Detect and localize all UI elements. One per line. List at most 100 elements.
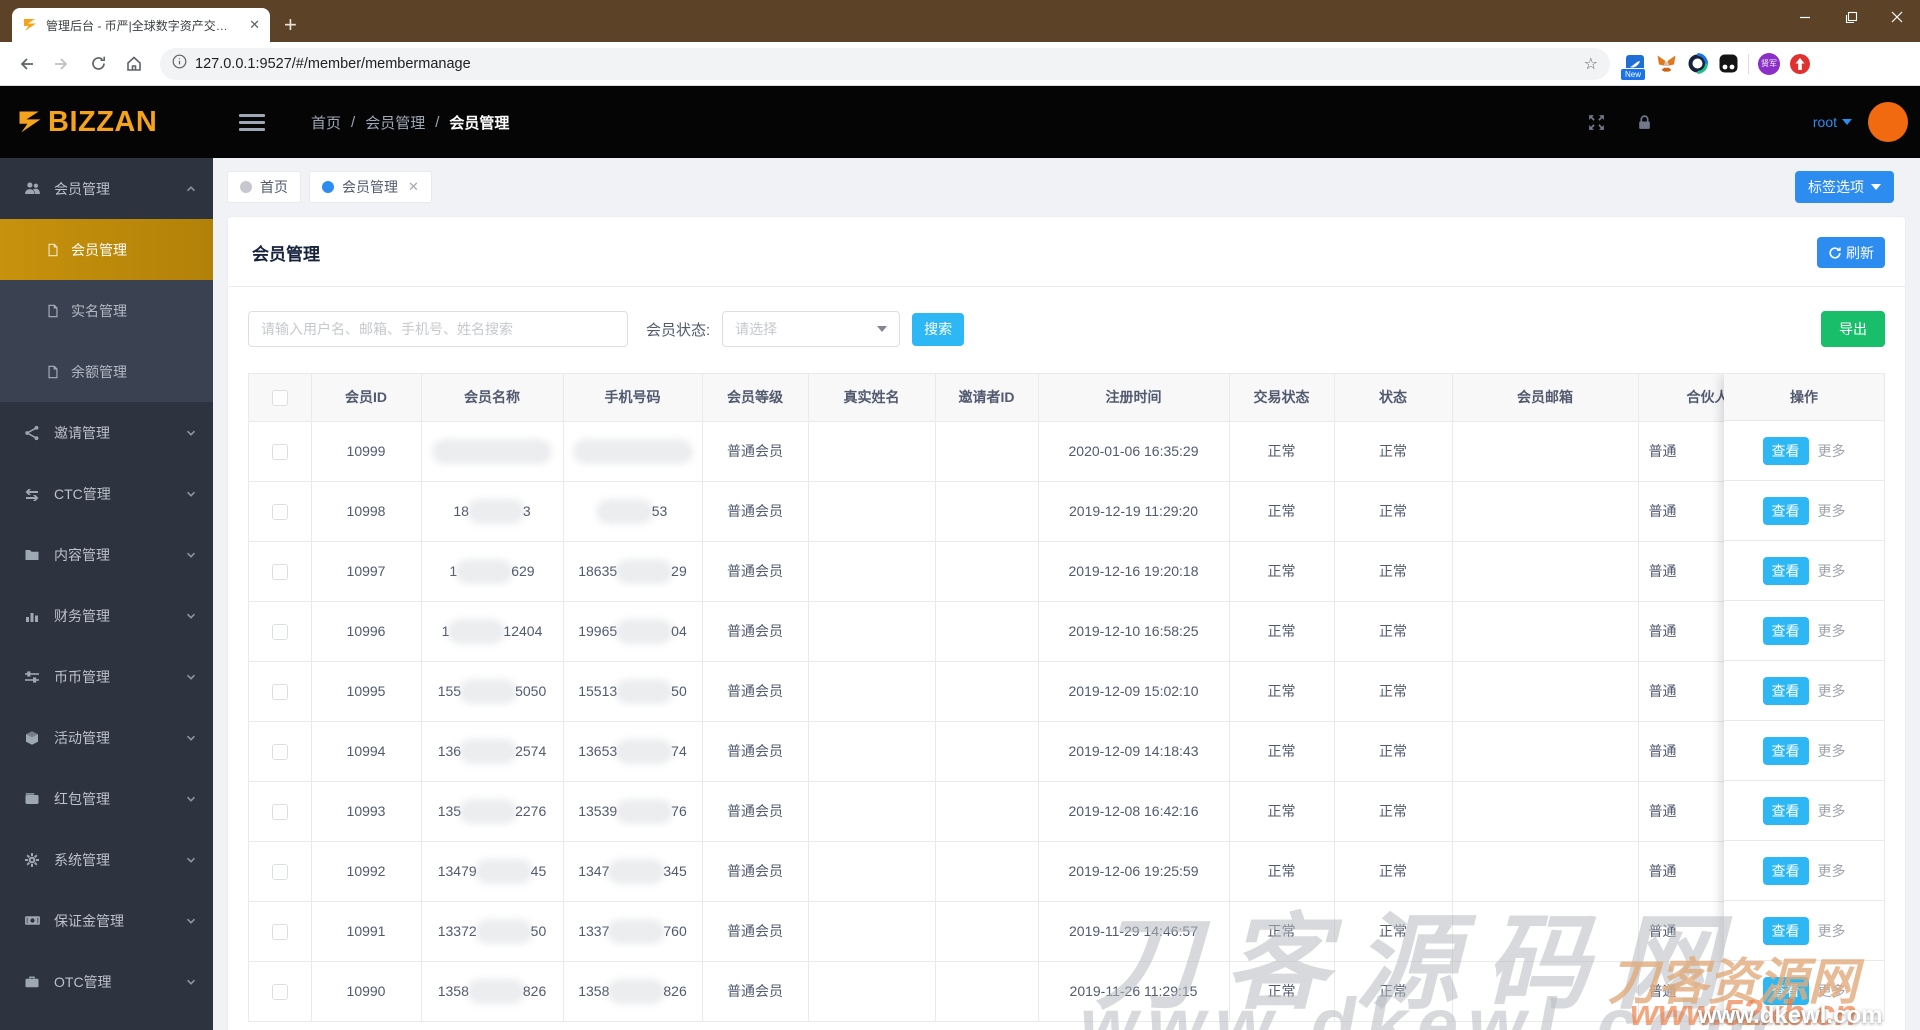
tag-options-button[interactable]: 标签选项 xyxy=(1795,171,1894,203)
page-tab-chip[interactable]: 会员管理 ✕ xyxy=(309,171,432,203)
chevron-down-icon xyxy=(185,488,197,500)
row-checkbox[interactable] xyxy=(271,863,288,880)
metamask-icon[interactable] xyxy=(1655,53,1677,75)
more-link[interactable]: 更多 xyxy=(1818,441,1846,461)
more-link[interactable]: 更多 xyxy=(1818,681,1846,701)
search-button[interactable]: 搜索 xyxy=(912,312,965,346)
column-header: 会员邮箱 xyxy=(1452,374,1639,422)
more-link[interactable]: 更多 xyxy=(1818,861,1846,881)
refresh-button[interactable]: 刷新 xyxy=(1817,237,1885,268)
sidebar-item[interactable]: 红包管理 xyxy=(0,768,213,829)
sidebar-item[interactable]: 保证金管理 xyxy=(0,890,213,951)
row-checkbox[interactable] xyxy=(271,443,288,460)
address-bar[interactable]: 127.0.0.1:9527/#/member/membermanage ☆ xyxy=(160,47,1610,80)
sidebar-subitem[interactable]: 会员管理 xyxy=(0,219,213,280)
sidebar-item[interactable]: 邀请管理 xyxy=(0,402,213,463)
ring-extension-icon[interactable] xyxy=(1686,53,1708,75)
view-button[interactable]: 查看 xyxy=(1762,616,1809,645)
profile-avatar-badge[interactable]: 贤军 xyxy=(1758,52,1780,75)
new-tab-button[interactable]: + xyxy=(284,14,297,36)
row-checkbox[interactable] xyxy=(271,803,288,820)
chevron-down-icon xyxy=(185,915,197,927)
breadcrumb-item[interactable]: 会员管理 xyxy=(365,112,425,133)
update-arrow-icon[interactable] xyxy=(1789,53,1811,75)
select-all-checkbox[interactable] xyxy=(271,389,288,406)
tab-close-icon[interactable]: ✕ xyxy=(249,17,260,33)
row-checkbox[interactable] xyxy=(271,623,288,640)
more-link[interactable]: 更多 xyxy=(1818,501,1846,521)
hamburger-menu-icon[interactable] xyxy=(239,110,265,135)
refresh-icon xyxy=(1828,246,1842,260)
fullscreen-icon[interactable] xyxy=(1587,113,1606,132)
row-checkbox[interactable] xyxy=(271,743,288,760)
sidebar-subitem[interactable]: 实名管理 xyxy=(0,280,213,341)
action-column-header: 操作 xyxy=(1724,374,1884,421)
page-tab-chip[interactable]: 首页 xyxy=(227,171,301,203)
sidebar-subitem[interactable]: 余额管理 xyxy=(0,341,213,402)
sidebar-item[interactable]: 内容管理 xyxy=(0,524,213,585)
censored-blur xyxy=(464,684,513,700)
sidebar-item[interactable]: CTC管理 xyxy=(0,463,213,524)
more-link[interactable]: 更多 xyxy=(1818,801,1846,821)
row-checkbox[interactable] xyxy=(271,923,288,940)
sidebar-item[interactable]: 财务管理 xyxy=(0,585,213,646)
dark-extension-icon[interactable] xyxy=(1717,53,1739,75)
reload-icon[interactable] xyxy=(82,48,114,80)
view-button[interactable]: 查看 xyxy=(1762,976,1809,1005)
lock-icon[interactable] xyxy=(1636,114,1653,131)
browser-tab[interactable]: 管理后台 - 币严|全球数字资产交… ✕ xyxy=(12,8,270,42)
censored-prefix: 155 xyxy=(437,682,462,699)
breadcrumb-item: 会员管理 xyxy=(449,114,510,132)
back-icon[interactable] xyxy=(10,48,42,80)
breadcrumb-item[interactable]: 首页 xyxy=(311,112,341,133)
url-text: 127.0.0.1:9527/#/member/membermanage xyxy=(195,55,471,72)
window-controls xyxy=(1782,0,1920,34)
sidebar-item-label: 活动管理 xyxy=(54,729,110,746)
user-menu[interactable]: root xyxy=(1813,114,1852,130)
more-link[interactable]: 更多 xyxy=(1818,981,1846,1001)
export-button[interactable]: 导出 xyxy=(1821,311,1885,347)
inviter-id-cell xyxy=(935,781,1039,842)
avatar[interactable] xyxy=(1868,102,1908,142)
view-button[interactable]: 查看 xyxy=(1762,916,1809,945)
member-table: 会员ID 会员名称 手机号码 会员等级 真实姓名 邀请者ID 注册时间 交易状态 状态 会员邮箱合… xyxy=(248,373,1885,1022)
view-button[interactable]: 查看 xyxy=(1762,736,1809,765)
row-checkbox[interactable] xyxy=(271,983,288,1000)
sidebar-item[interactable]: OTC管理 xyxy=(0,951,213,1012)
member-name-cell: 18 3 xyxy=(421,481,564,542)
view-button[interactable]: 查看 xyxy=(1762,496,1809,525)
row-checkbox[interactable] xyxy=(271,503,288,520)
window-minimize-button[interactable] xyxy=(1782,0,1828,34)
more-link[interactable]: 更多 xyxy=(1818,561,1846,581)
censored-suffix: 760 xyxy=(663,922,687,939)
table-row: 10997 1 629 18635 29 普通会员 2019-12-16 19:20:18 正… xyxy=(249,541,1884,602)
site-info-icon[interactable] xyxy=(172,54,187,74)
extension-new-icon[interactable]: New xyxy=(1620,53,1647,81)
view-button[interactable]: 查看 xyxy=(1762,856,1809,885)
more-link[interactable]: 更多 xyxy=(1818,621,1846,641)
view-button[interactable]: 查看 xyxy=(1762,676,1809,705)
window-close-button[interactable] xyxy=(1874,0,1920,34)
sidebar-item[interactable]: 会员管理 xyxy=(0,158,213,219)
view-button[interactable]: 查看 xyxy=(1762,436,1809,465)
row-checkbox[interactable] xyxy=(271,563,288,580)
close-icon[interactable]: ✕ xyxy=(408,179,419,195)
view-button[interactable]: 查看 xyxy=(1762,796,1809,825)
trade-status-cell: 正常 xyxy=(1229,781,1335,842)
username: root xyxy=(1812,114,1837,130)
sidebar-item[interactable]: 币币管理 xyxy=(0,646,213,707)
bookmark-star-icon[interactable]: ☆ xyxy=(1584,54,1598,74)
trade-status-cell: 正常 xyxy=(1229,841,1335,902)
real-name-cell xyxy=(808,541,936,602)
more-link[interactable]: 更多 xyxy=(1818,921,1846,941)
window-maximize-button[interactable] xyxy=(1828,0,1874,34)
sidebar-item[interactable]: 活动管理 xyxy=(0,707,213,768)
view-button[interactable]: 查看 xyxy=(1762,556,1809,585)
row-checkbox[interactable] xyxy=(271,683,288,700)
forward-icon[interactable] xyxy=(46,48,78,80)
search-input[interactable] xyxy=(248,311,628,347)
home-icon[interactable] xyxy=(118,48,150,80)
sidebar-item[interactable]: 系统管理 xyxy=(0,829,213,890)
member-status-select[interactable]: 请选择 xyxy=(722,311,901,347)
more-link[interactable]: 更多 xyxy=(1818,741,1846,761)
